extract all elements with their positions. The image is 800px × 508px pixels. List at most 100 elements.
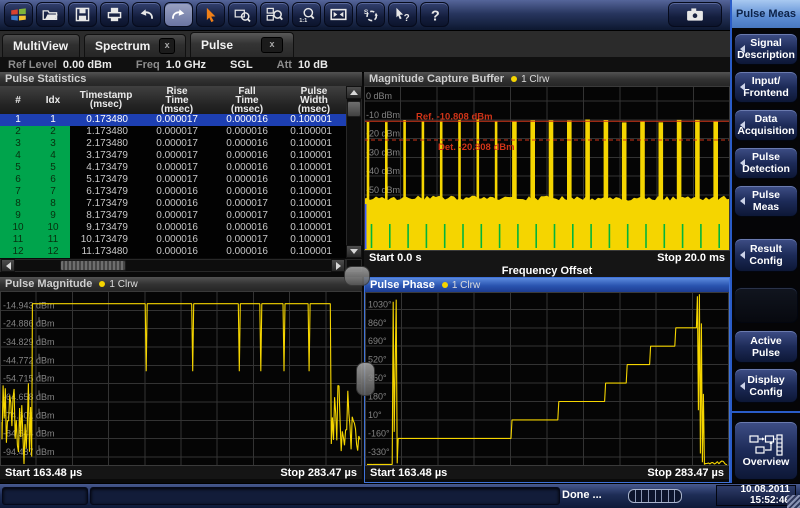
table-cell: 7	[0, 186, 36, 198]
softkey-label: Config	[749, 255, 782, 267]
table-cell: 9	[0, 210, 36, 222]
table-cell: 0.000016	[212, 126, 282, 138]
zoom-area-button[interactable]	[228, 2, 257, 27]
table-cell: 0.000017	[212, 198, 282, 210]
axis-start-label: Start 163.48 µs	[5, 467, 82, 479]
table-cell: 0.000016	[212, 222, 282, 234]
scroll-up-button[interactable]	[346, 86, 362, 99]
table-row[interactable]: 332.1734800.0000170.0000160.100001	[0, 138, 346, 150]
table-row[interactable]: 110.1734800.0000170.0000160.100001	[0, 114, 346, 126]
scroll-right-button[interactable]	[331, 259, 345, 272]
softkey-label: Result	[750, 243, 782, 255]
print-button[interactable]	[100, 2, 129, 27]
table-cell: 0.100001	[282, 186, 346, 198]
table-row[interactable]: 121211.1734800.0000160.0000160.100001	[0, 246, 346, 258]
display-button[interactable]	[324, 2, 353, 27]
horizontal-scrollbar[interactable]	[0, 259, 362, 272]
table-cell: 0.000016	[142, 222, 212, 234]
table-row[interactable]: 776.1734790.0000160.0000160.100001	[0, 186, 346, 198]
column-header: Idx	[36, 86, 70, 114]
softkey-pulse-meas[interactable]: PulseMeas	[734, 185, 798, 217]
tab-close-button[interactable]: x	[159, 38, 175, 54]
table-row[interactable]: 554.1734790.0000170.0000160.100001	[0, 162, 346, 174]
table-cell: 0.000016	[212, 174, 282, 186]
table-cell: 12	[0, 246, 36, 258]
table-row[interactable]: 887.1734790.0000160.0000170.100001	[0, 198, 346, 210]
status-segment	[2, 487, 88, 505]
camera-button[interactable]	[668, 2, 722, 27]
sweep-single-button[interactable]: S	[356, 2, 385, 27]
table-cell: 7	[36, 186, 70, 198]
softkey-signal-description[interactable]: SignalDescription	[734, 33, 798, 65]
axis-stop-label: Stop 283.47 µs	[647, 467, 724, 479]
open-folder-button[interactable]	[36, 2, 65, 27]
table-row[interactable]: 111110.1734790.0000160.0000170.100001	[0, 234, 346, 246]
tab-multiview[interactable]: MultiView	[2, 34, 80, 57]
magnitude-chart-plot[interactable]: -14.943 dBm-24.886 dBm-34.829 dBm-44.772…	[0, 291, 362, 466]
windows-logo-button[interactable]	[4, 2, 33, 27]
tab-pulse[interactable]: Pulsex	[190, 32, 294, 57]
softkey-display-config[interactable]: DisplayConfig	[734, 368, 798, 403]
table-row[interactable]: 998.1734790.0000170.0000170.100001	[0, 210, 346, 222]
table-cell: 6	[36, 174, 70, 186]
softkey-label: Meas	[753, 201, 779, 213]
table-cell: 4.173479	[70, 162, 142, 174]
svg-text:-30 dBm: -30 dBm	[366, 147, 400, 157]
column-header: Timestamp(msec)	[70, 86, 142, 114]
camera-icon	[685, 6, 705, 23]
svg-text:-94.487 dBm: -94.487 dBm	[3, 447, 55, 457]
multi-zoom-button[interactable]	[260, 2, 289, 27]
softkey-input-frontend[interactable]: Input/Frontend	[734, 71, 798, 103]
progress-bar	[628, 489, 682, 503]
table-cell: 9.173479	[70, 222, 142, 234]
softkey-data-acquisition[interactable]: DataAcquisition	[734, 109, 798, 141]
table-cell: 0.100001	[282, 222, 346, 234]
svg-text:-10 dBm: -10 dBm	[366, 110, 400, 120]
svg-text:-40 dBm: -40 dBm	[366, 166, 400, 176]
print-icon	[106, 6, 123, 23]
table-row[interactable]: 10109.1734790.0000160.0000160.100001	[0, 222, 346, 234]
table-cell: 1	[36, 114, 70, 126]
table-row[interactable]: 221.1734800.0000170.0000160.100001	[0, 126, 346, 138]
select-pointer-button[interactable]	[196, 2, 225, 27]
tab-close-button[interactable]: x	[261, 37, 283, 53]
softkey-pulse-detection[interactable]: PulseDetection	[734, 147, 798, 179]
zoom-1to1-button[interactable]: 1:1	[292, 2, 321, 27]
phase-chart-plot[interactable]: 1030°860°690°520°350°180°10°-160°-330°	[365, 292, 729, 466]
redo-button[interactable]	[164, 2, 193, 27]
table-row[interactable]: 443.1734790.0000170.0000160.100001	[0, 150, 346, 162]
scrollbar-track[interactable]	[0, 259, 346, 272]
splitter-handle[interactable]	[344, 266, 370, 286]
softkey-sidebar: Pulse Meas SignalDescriptionInput/Fronte…	[730, 0, 800, 483]
capture-axis-footer: Start 0.0 s Stop 20.0 ms	[364, 251, 730, 264]
scrollbar-thumb[interactable]	[60, 260, 126, 271]
svg-text:1:1: 1:1	[299, 18, 307, 23]
softkey-result-config[interactable]: ResultConfig	[734, 238, 798, 272]
softkey-active-pulse[interactable]: Active Pulse	[734, 330, 798, 363]
resize-grip-icon[interactable]	[787, 495, 800, 508]
table-cell: 0.000017	[142, 162, 212, 174]
splitter-handle[interactable]	[356, 362, 375, 396]
tab-spectrum[interactable]: Spectrumx	[84, 34, 186, 57]
scrollbar-thumb[interactable]	[347, 101, 361, 117]
vertical-scrollbar[interactable]	[346, 86, 362, 258]
table-row[interactable]: 665.1734790.0000170.0000160.100001	[0, 174, 346, 186]
capture-chart-plot[interactable]: 0 dBm-10 dBm-20 dBm-30 dBm-40 dBm-50 dBm…	[364, 86, 730, 251]
scroll-down-button[interactable]	[346, 245, 362, 258]
svg-text:-20 dBm: -20 dBm	[366, 129, 400, 139]
progress-segment	[656, 490, 663, 502]
undo-button[interactable]	[132, 2, 161, 27]
help-button[interactable]: ?	[420, 2, 449, 27]
column-header: PulseWidth(msec)	[282, 86, 346, 114]
save-button[interactable]	[68, 2, 97, 27]
help-pointer-button[interactable]: ?	[388, 2, 417, 27]
table-cell: 7.173479	[70, 198, 142, 210]
toolbar: 1:1 S??	[0, 0, 730, 30]
softkey-label: Display	[747, 374, 784, 386]
status-done-text: Done ...	[562, 489, 602, 501]
scroll-left-button[interactable]	[1, 259, 15, 272]
softkey-overview[interactable]: Overview	[734, 421, 798, 480]
softkey-label: Config	[749, 386, 782, 398]
table-cell: 0.100001	[282, 198, 346, 210]
trace-legend-dot	[511, 76, 517, 82]
